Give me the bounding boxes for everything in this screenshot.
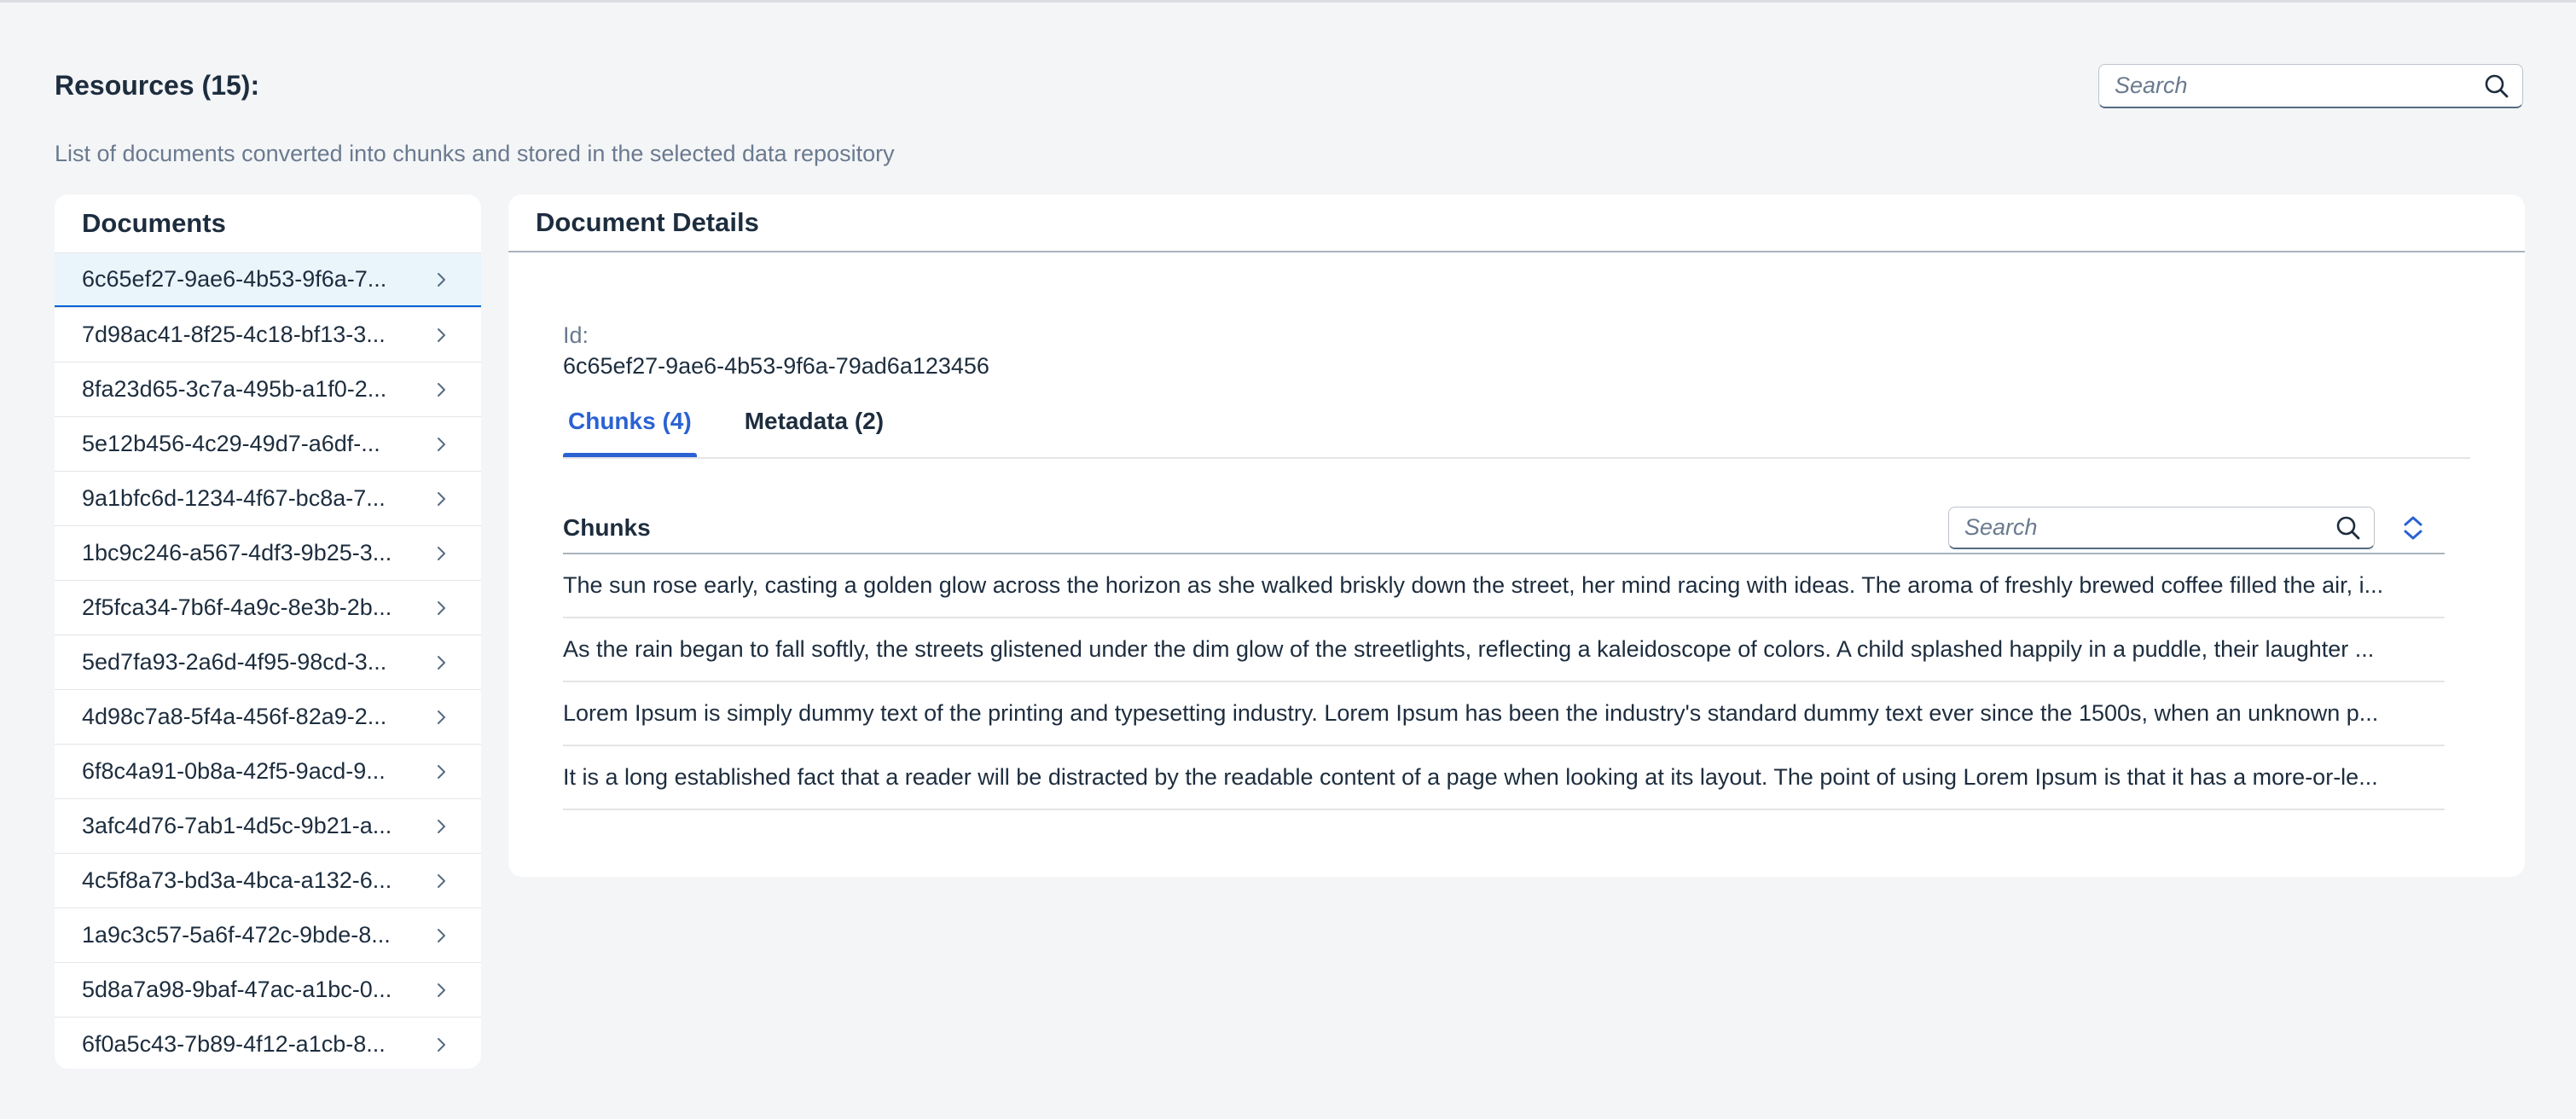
document-list-item[interactable]: 1bc9c246-a567-4df3-9b25-3... <box>55 525 481 580</box>
document-id-label: 1bc9c246-a567-4df3-9b25-3... <box>82 540 392 565</box>
chevron-right-icon <box>433 600 450 617</box>
document-list-item[interactable]: 7d98ac41-8f25-4c18-bf13-3... <box>55 307 481 362</box>
document-id-label: 2f5fca34-7b6f-4a9c-8e3b-2b... <box>82 594 392 620</box>
chunk-row[interactable]: As the rain began to fall softly, the st… <box>563 618 2445 682</box>
document-list-item[interactable]: 5ed7fa93-2a6d-4f95-98cd-3... <box>55 635 481 689</box>
chunks-search[interactable] <box>1948 507 2375 549</box>
document-list-item[interactable]: 1a9c3c57-5a6f-472c-9bde-8... <box>55 907 481 962</box>
documents-panel: Documents 6c65ef27-9ae6-4b53-9f6a-7... 7d… <box>55 194 481 1069</box>
chunk-row[interactable]: The sun rose early, casting a golden glo… <box>563 554 2445 618</box>
chevron-right-icon <box>433 982 450 999</box>
chevron-right-icon <box>433 873 450 890</box>
chunk-text: It is a long established fact that a rea… <box>563 764 2378 790</box>
chunks-list: The sun rose early, casting a golden glo… <box>563 554 2445 810</box>
resources-search[interactable] <box>2098 64 2523 108</box>
chevron-right-icon <box>433 818 450 835</box>
chevron-right-icon <box>433 763 450 780</box>
document-details-panel: Document Details Id: 6c65ef27-9ae6-4b53-… <box>508 194 2525 877</box>
id-label: Id: <box>563 322 589 348</box>
top-divider <box>0 0 2576 3</box>
document-id-label: 3afc4d76-7ab1-4d5c-9b21-a... <box>82 813 392 838</box>
chunk-text: As the rain began to fall softly, the st… <box>563 636 2375 662</box>
chevron-right-icon <box>433 545 450 562</box>
document-id-label: 4d98c7a8-5f4a-456f-82a9-2... <box>82 704 387 729</box>
chevron-right-icon <box>433 927 450 944</box>
document-id-label: 8fa23d65-3c7a-495b-a1f0-2... <box>82 376 387 402</box>
sort-icon[interactable] <box>2393 508 2433 548</box>
chunk-row[interactable]: Lorem Ipsum is simply dummy text of the … <box>563 682 2445 746</box>
document-list-item[interactable]: 8fa23d65-3c7a-495b-a1f0-2... <box>55 362 481 416</box>
document-list-item[interactable]: 6c65ef27-9ae6-4b53-9f6a-7... <box>55 252 481 307</box>
page-title: Resources (15): <box>55 70 260 101</box>
chunks-search-input[interactable] <box>1949 507 2329 548</box>
chunk-text: The sun rose early, casting a golden glo… <box>563 572 2384 598</box>
document-id-label: 7d98ac41-8f25-4c18-bf13-3... <box>82 322 386 347</box>
document-list-item[interactable]: 3afc4d76-7ab1-4d5c-9b21-a... <box>55 798 481 853</box>
documents-header: Documents <box>82 208 226 238</box>
document-id-label: 6f8c4a91-0b8a-42f5-9acd-9... <box>82 758 386 784</box>
tab-chunks[interactable]: Chunks (4) <box>563 408 697 457</box>
chevron-right-icon <box>433 654 450 671</box>
search-icon[interactable] <box>2329 509 2367 547</box>
document-id-label: 6f0a5c43-7b89-4f12-a1cb-8... <box>82 1031 386 1057</box>
chunk-text: Lorem Ipsum is simply dummy text of the … <box>563 700 2379 726</box>
document-id-label: 6c65ef27-9ae6-4b53-9f6a-7... <box>82 266 387 292</box>
document-id-label: 4c5f8a73-bd3a-4bca-a132-6... <box>82 867 392 893</box>
document-list-item[interactable]: 5e12b456-4c29-49d7-a6df-... <box>55 416 481 471</box>
documents-list: 6c65ef27-9ae6-4b53-9f6a-7... 7d98ac41-8f2… <box>55 252 481 1069</box>
document-list-item[interactable]: 4d98c7a8-5f4a-456f-82a9-2... <box>55 689 481 744</box>
chevron-right-icon <box>433 271 450 288</box>
chevron-right-icon <box>433 436 450 453</box>
chevron-right-icon <box>433 709 450 726</box>
document-list-item[interactable]: 5d8a7a98-9baf-47ac-a1bc-0... <box>55 962 481 1017</box>
document-list-item[interactable]: 4c5f8a73-bd3a-4bca-a132-6... <box>55 853 481 907</box>
chunk-row[interactable]: It is a long established fact that a rea… <box>563 746 2445 810</box>
document-id-label: 5d8a7a98-9baf-47ac-a1bc-0... <box>82 977 392 1002</box>
resources-search-input[interactable] <box>2099 65 2478 107</box>
chevron-right-icon <box>433 381 450 398</box>
document-list-item[interactable]: 9a1bfc6d-1234-4f67-bc8a-7... <box>55 471 481 525</box>
id-value: 6c65ef27-9ae6-4b53-9f6a-79ad6a123456 <box>563 353 989 379</box>
search-icon[interactable] <box>2478 67 2515 105</box>
tab-metadata[interactable]: Metadata (2) <box>740 408 889 454</box>
document-list-item[interactable]: 6f0a5c43-7b89-4f12-a1cb-8... <box>55 1017 481 1069</box>
document-id-label: 5ed7fa93-2a6d-4f95-98cd-3... <box>82 649 387 675</box>
details-tabs: Chunks (4) Metadata (2) <box>563 408 2470 459</box>
chevron-right-icon <box>433 327 450 344</box>
document-list-item[interactable]: 2f5fca34-7b6f-4a9c-8e3b-2b... <box>55 580 481 635</box>
page-subtitle: List of documents converted into chunks … <box>55 141 895 166</box>
chevron-right-icon <box>433 490 450 507</box>
chevron-right-icon <box>433 1036 450 1053</box>
document-id-label: 9a1bfc6d-1234-4f67-bc8a-7... <box>82 485 386 511</box>
chunks-toolbar: Chunks <box>563 503 2445 554</box>
document-id-label: 1a9c3c57-5a6f-472c-9bde-8... <box>82 922 391 948</box>
document-list-item[interactable]: 6f8c4a91-0b8a-42f5-9acd-9... <box>55 744 481 798</box>
document-details-header: Document Details <box>508 194 2525 252</box>
document-id-label: 5e12b456-4c29-49d7-a6df-... <box>82 431 380 456</box>
